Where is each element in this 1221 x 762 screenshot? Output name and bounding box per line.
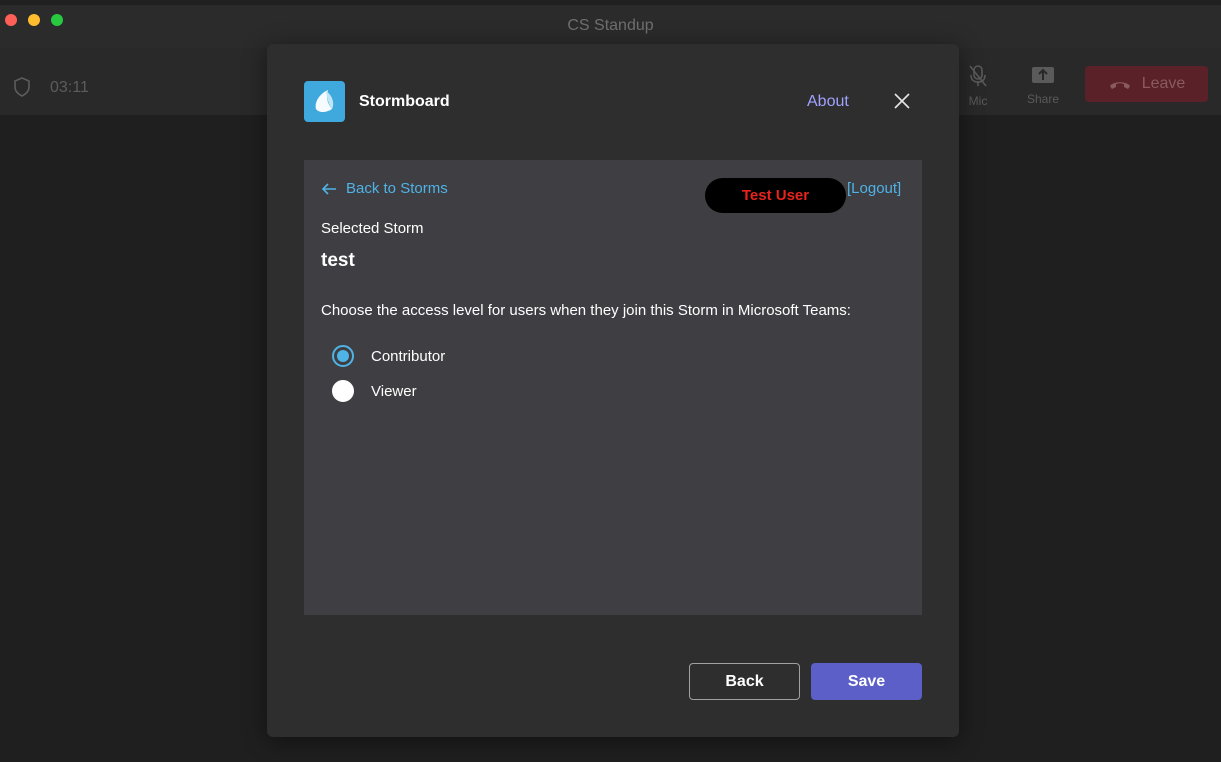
save-button[interactable]: Save [811, 663, 922, 700]
radio-button-checked[interactable] [332, 345, 354, 367]
arrow-left-icon [321, 182, 336, 195]
close-icon[interactable] [894, 93, 910, 109]
title-bar: CS Standup [0, 5, 1221, 48]
radio-option-viewer[interactable]: Viewer [332, 380, 417, 402]
app-name: Stormboard [359, 93, 450, 110]
window-title: CS Standup [567, 17, 654, 34]
mic-off-icon [969, 65, 987, 87]
meeting-timer: 03:11 [50, 79, 89, 96]
leave-label: Leave [1141, 75, 1186, 92]
share-button[interactable]: Share [1018, 64, 1068, 106]
mic-label: Mic [968, 94, 988, 108]
shield-icon [14, 77, 30, 97]
back-to-storms-label: Back to Storms [346, 180, 448, 197]
about-link[interactable]: About [807, 93, 849, 111]
mic-button[interactable]: Mic [953, 64, 1003, 108]
access-level-instructions: Choose the access level for users when t… [321, 302, 851, 319]
radio-button-unchecked[interactable] [332, 380, 354, 402]
phone-hangup-icon [1109, 82, 1130, 89]
storm-name: test [321, 250, 355, 271]
back-button[interactable]: Back [689, 663, 800, 700]
stormboard-dialog: Stormboard About Back to Storms Test Use… [267, 44, 959, 737]
selected-storm-label: Selected Storm [321, 220, 424, 237]
storm-settings-panel: Back to Storms Test User [Logout] Select… [304, 160, 922, 615]
radio-label: Viewer [371, 382, 417, 400]
leave-button[interactable]: Leave [1085, 66, 1208, 102]
stormboard-logo-icon [304, 81, 345, 122]
back-to-storms-link[interactable]: Back to Storms [321, 180, 448, 197]
radio-label: Contributor [371, 347, 446, 365]
logout-link[interactable]: [Logout] [847, 180, 901, 197]
share-label: Share [1026, 92, 1060, 106]
user-name-badge: Test User [705, 178, 846, 213]
share-icon [1032, 67, 1054, 83]
radio-option-contributor[interactable]: Contributor [332, 345, 445, 367]
